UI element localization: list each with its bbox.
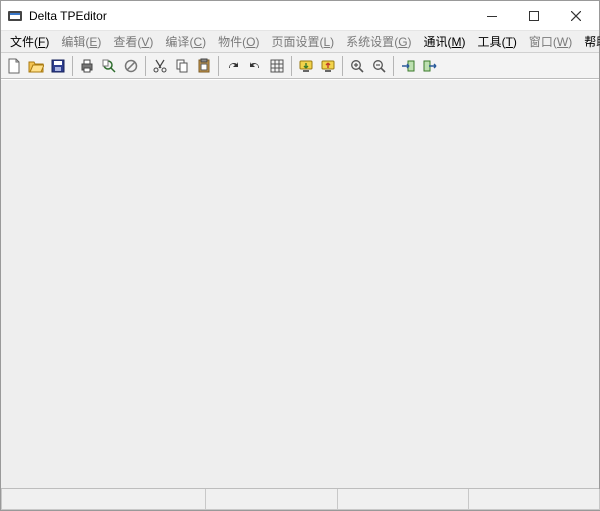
- upload-icon: [320, 58, 336, 74]
- app-icon: [7, 8, 23, 24]
- close-button[interactable]: [555, 2, 597, 30]
- separator: [72, 56, 73, 76]
- new-icon: [6, 58, 22, 74]
- redo-icon: [225, 58, 241, 74]
- cut-icon: [152, 58, 168, 74]
- tool-grid[interactable]: [266, 55, 288, 77]
- zoomin-icon: [349, 58, 365, 74]
- tool-print[interactable]: [76, 55, 98, 77]
- tool-preview[interactable]: [98, 55, 120, 77]
- separator: [342, 56, 343, 76]
- save-icon: [50, 58, 66, 74]
- grid-icon: [269, 58, 285, 74]
- titlebar: Delta TPEditor: [1, 1, 599, 31]
- no-icon: [123, 58, 139, 74]
- zoomout-icon: [371, 58, 387, 74]
- tool-copy[interactable]: [171, 55, 193, 77]
- tool-download[interactable]: [295, 55, 317, 77]
- status-cell-4: [468, 489, 600, 510]
- maximize-button[interactable]: [513, 2, 555, 30]
- menu-edit[interactable]: 编辑(E): [56, 31, 106, 52]
- status-cell-2: [205, 489, 337, 510]
- import-icon: [400, 58, 416, 74]
- tool-zoom-out[interactable]: [368, 55, 390, 77]
- menu-object[interactable]: 物件(O): [213, 31, 264, 52]
- separator: [393, 56, 394, 76]
- client-area: [1, 79, 599, 488]
- tool-paste[interactable]: [193, 55, 215, 77]
- statusbar: [1, 488, 599, 510]
- download-icon: [298, 58, 314, 74]
- separator: [145, 56, 146, 76]
- paste-icon: [196, 58, 212, 74]
- menu-compile[interactable]: 编译(C): [160, 31, 211, 52]
- tool-disable[interactable]: [120, 55, 142, 77]
- menu-tools[interactable]: 工具(T): [473, 31, 522, 52]
- menu-comm[interactable]: 通讯(M): [419, 31, 471, 52]
- menu-help[interactable]: 帮助(H): [579, 31, 600, 52]
- tool-save[interactable]: [47, 55, 69, 77]
- window-title: Delta TPEditor: [29, 9, 107, 23]
- status-cell-3: [337, 489, 469, 510]
- print-icon: [79, 58, 95, 74]
- tool-new[interactable]: [3, 55, 25, 77]
- menu-page[interactable]: 页面设置(L): [266, 31, 339, 52]
- tool-export[interactable]: [419, 55, 441, 77]
- minimize-button[interactable]: [471, 2, 513, 30]
- export-icon: [422, 58, 438, 74]
- undo-icon: [247, 58, 263, 74]
- tool-cut[interactable]: [149, 55, 171, 77]
- menu-window[interactable]: 窗口(W): [524, 31, 577, 52]
- tool-undo[interactable]: [244, 55, 266, 77]
- separator: [218, 56, 219, 76]
- tool-open[interactable]: [25, 55, 47, 77]
- preview-icon: [101, 58, 117, 74]
- toolbar: [1, 53, 599, 79]
- menu-view[interactable]: 查看(V): [108, 31, 158, 52]
- tool-redo[interactable]: [222, 55, 244, 77]
- menu-system[interactable]: 系统设置(G): [341, 31, 416, 52]
- tool-import[interactable]: [397, 55, 419, 77]
- menu-file[interactable]: 文件(F): [5, 31, 54, 52]
- copy-icon: [174, 58, 190, 74]
- open-icon: [28, 58, 44, 74]
- tool-zoom-in[interactable]: [346, 55, 368, 77]
- status-cell-1: [1, 489, 206, 510]
- tool-upload[interactable]: [317, 55, 339, 77]
- menubar: 文件(F) 编辑(E) 查看(V) 编译(C) 物件(O) 页面设置(L) 系统…: [1, 31, 599, 53]
- separator: [291, 56, 292, 76]
